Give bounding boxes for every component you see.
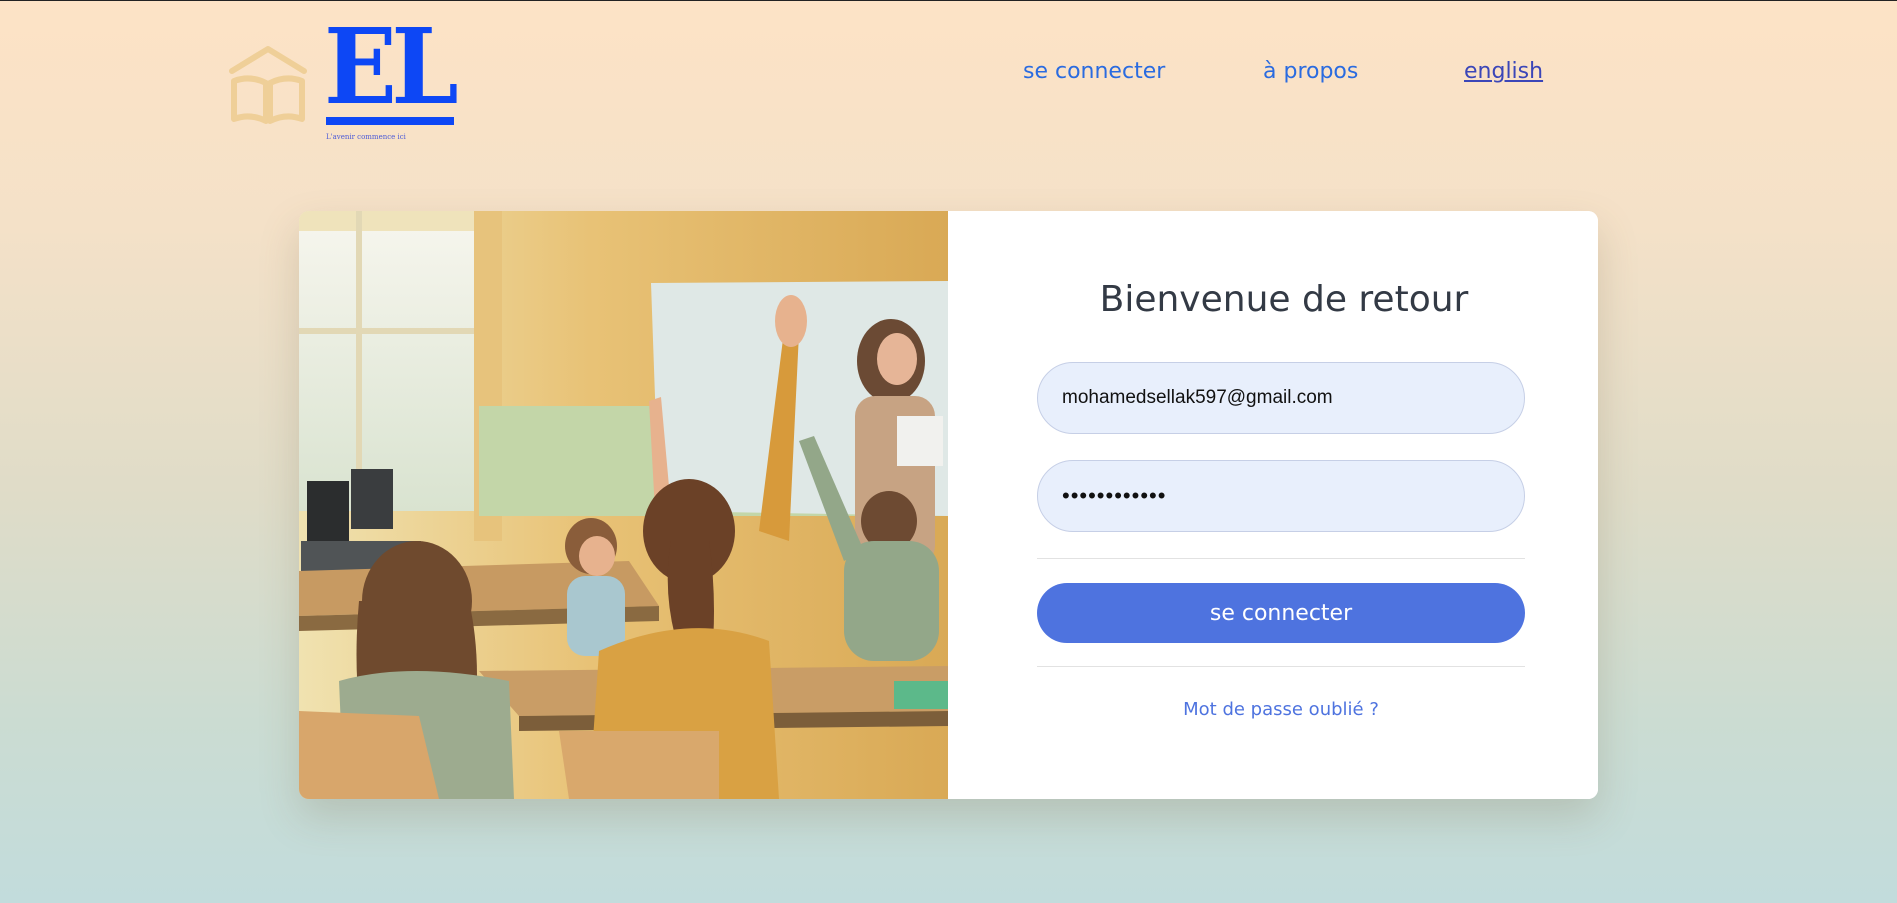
logo-tagline: L'avenir commence ici	[326, 133, 406, 141]
book-house-icon	[229, 46, 307, 124]
logo-underline	[326, 117, 454, 125]
logo-letters: EL	[324, 5, 459, 128]
nav-login-link[interactable]: se connecter	[1023, 59, 1165, 84]
brand-logo[interactable]: EL L'avenir commence ici	[324, 5, 459, 142]
login-form-panel: Bienvenue de retour se connecter Mot de …	[948, 211, 1598, 799]
forgot-password-link[interactable]: Mot de passe oublié ?	[1037, 699, 1525, 720]
login-title: Bienvenue de retour	[1099, 279, 1469, 320]
nav-language-link[interactable]: english	[1464, 59, 1543, 84]
login-card: Bienvenue de retour se connecter Mot de …	[299, 211, 1598, 799]
classroom-photo	[299, 211, 948, 799]
classroom-illustration	[299, 211, 948, 799]
login-submit-button[interactable]: se connecter	[1037, 583, 1525, 643]
site-header: EL L'avenir commence ici se connecter à …	[0, 1, 1897, 151]
form-divider-bottom	[1037, 666, 1525, 667]
form-divider-top	[1037, 558, 1525, 559]
email-field[interactable]	[1037, 362, 1525, 434]
nav-about-link[interactable]: à propos	[1263, 59, 1358, 84]
password-field[interactable]	[1037, 460, 1525, 532]
